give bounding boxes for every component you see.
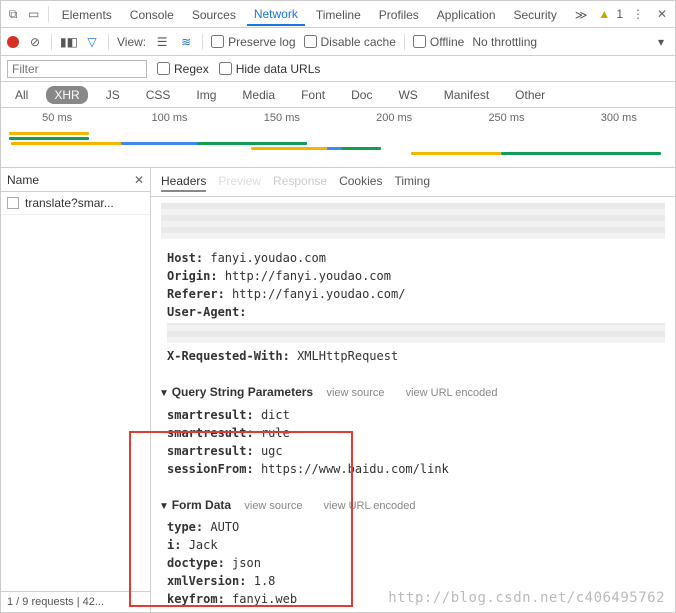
tab-profiles[interactable]: Profiles [372, 3, 426, 26]
query-string-section: Query String Parameters view source view… [151, 373, 675, 486]
type-all[interactable]: All [7, 86, 36, 104]
filter-input[interactable] [7, 60, 147, 78]
tick: 50 ms [1, 112, 113, 124]
view-url-encoded-link[interactable]: view URL encoded [406, 387, 498, 399]
main-tabbar: ⧉ ▭ Elements Console Sources Network Tim… [1, 1, 675, 28]
network-toolbar: ⊘ ▮◧ ▽ View: ☰ ≋ Preserve log Disable ca… [1, 28, 675, 56]
timeline-bars [1, 128, 675, 164]
request-headers-section: Host: fanyi.youdao.com Origin: http://fa… [151, 245, 675, 373]
view-source-link[interactable]: view source [244, 500, 302, 512]
redacted-block [161, 203, 665, 239]
device-icon[interactable]: ▭ [25, 7, 41, 21]
regex-option[interactable]: Regex [157, 62, 209, 76]
detail-tab-preview[interactable]: Preview [218, 172, 261, 192]
view-label: View: [117, 35, 146, 49]
close-details-icon[interactable]: ✕ [134, 173, 144, 187]
view-url-encoded-link[interactable]: view URL encoded [324, 500, 416, 512]
close-icon[interactable]: ✕ [653, 7, 671, 21]
detail-tab-response[interactable]: Response [273, 172, 327, 192]
main-split: Name ✕ translate?smar... 1 / 9 requests … [1, 168, 675, 612]
filter-bar: Regex Hide data URLs [1, 56, 675, 82]
type-ws[interactable]: WS [390, 86, 425, 104]
tick: 200 ms [338, 112, 450, 124]
tick: 100 ms [113, 112, 225, 124]
tabs-overflow[interactable]: ≫ [568, 3, 595, 26]
detail-tab-timing[interactable]: Timing [394, 172, 430, 192]
type-css[interactable]: CSS [138, 86, 179, 104]
warning-count: 1 [616, 7, 623, 21]
detail-tab-headers[interactable]: Headers [161, 172, 206, 192]
type-js[interactable]: JS [98, 86, 128, 104]
type-media[interactable]: Media [234, 86, 283, 104]
file-icon [7, 197, 19, 209]
view-list-icon[interactable]: ☰ [154, 35, 170, 49]
warning-icon[interactable]: ▲ [598, 7, 610, 21]
inspect-icon[interactable]: ⧉ [5, 7, 21, 22]
preserve-log-option[interactable]: Preserve log [211, 35, 295, 49]
view-source-link[interactable]: view source [326, 387, 384, 399]
tab-timeline[interactable]: Timeline [309, 3, 368, 26]
detail-tabs: Headers Preview Response Cookies Timing [151, 168, 675, 197]
qsp-title: Query String Parameters [172, 385, 313, 399]
type-doc[interactable]: Doc [343, 86, 380, 104]
tab-security[interactable]: Security [507, 3, 564, 26]
view-waterfall-icon[interactable]: ≋ [178, 35, 194, 49]
type-filter-bar: All XHR JS CSS Img Media Font Doc WS Man… [1, 82, 675, 108]
tick: 250 ms [450, 112, 562, 124]
menu-icon[interactable]: ⋮ [629, 7, 647, 21]
tab-sources[interactable]: Sources [185, 3, 243, 26]
form-title: Form Data [172, 498, 231, 512]
type-other[interactable]: Other [507, 86, 553, 104]
tab-elements[interactable]: Elements [55, 3, 119, 26]
request-detail: Headers Preview Response Cookies Timing … [151, 168, 675, 612]
tab-console[interactable]: Console [123, 3, 181, 26]
filter-icon[interactable]: ▽ [84, 35, 100, 49]
clear-icon[interactable]: ⊘ [27, 35, 43, 49]
redacted-block [167, 323, 665, 343]
type-xhr[interactable]: XHR [46, 86, 87, 104]
tab-application[interactable]: Application [430, 3, 503, 26]
request-row[interactable]: translate?smar... [1, 192, 150, 215]
tab-network[interactable]: Network [247, 2, 305, 26]
camera-icon[interactable]: ▮◧ [60, 35, 76, 49]
devtools-window: { "tabs": { "items": ["Elements","Consol… [0, 0, 676, 613]
hide-data-urls-option[interactable]: Hide data URLs [219, 62, 321, 76]
toolbar-chevron-icon[interactable]: ▾ [653, 35, 669, 49]
throttling-select[interactable]: No throttling [472, 35, 537, 49]
timeline-overview[interactable]: 50 ms 100 ms 150 ms 200 ms 250 ms 300 ms [1, 108, 675, 168]
type-img[interactable]: Img [188, 86, 224, 104]
form-data-section: Form Data view source view URL encoded t… [151, 486, 675, 613]
tick: 150 ms [226, 112, 338, 124]
detail-tab-cookies[interactable]: Cookies [339, 172, 382, 192]
name-column-header[interactable]: Name [7, 173, 39, 187]
request-name: translate?smar... [25, 196, 114, 210]
tick: 300 ms [563, 112, 675, 124]
offline-option[interactable]: Offline [413, 35, 464, 49]
disable-cache-option[interactable]: Disable cache [304, 35, 396, 49]
request-list: Name ✕ translate?smar... 1 / 9 requests … [1, 168, 151, 612]
type-font[interactable]: Font [293, 86, 333, 104]
record-button[interactable] [7, 36, 19, 48]
type-manifest[interactable]: Manifest [436, 86, 497, 104]
status-bar: 1 / 9 requests | 42... [1, 591, 150, 612]
